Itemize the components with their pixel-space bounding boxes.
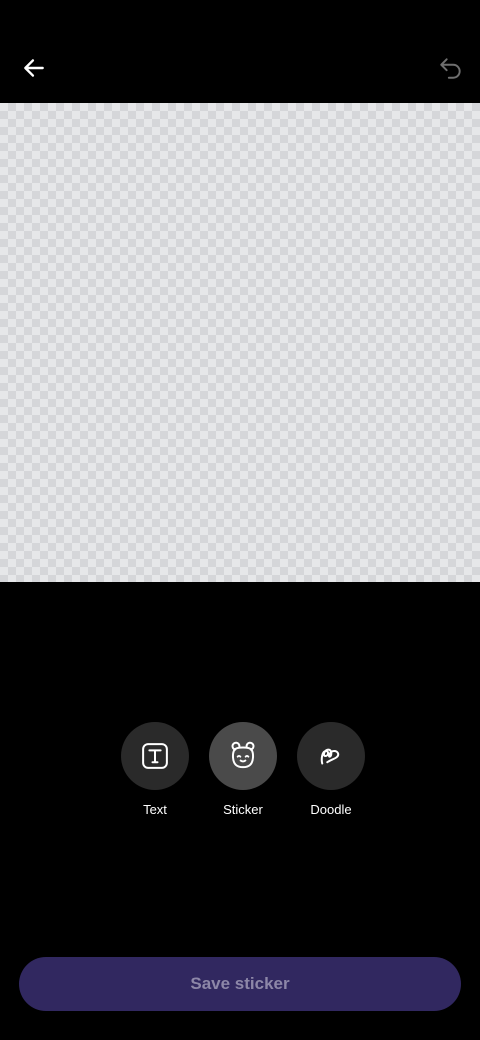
sticker-tool-button[interactable]: Sticker — [199, 722, 287, 818]
bear-face-icon — [231, 741, 255, 769]
save-sticker-button[interactable]: Save sticker — [19, 957, 461, 1011]
undo-button[interactable] — [427, 44, 475, 92]
text-tool-button[interactable]: Text — [111, 722, 199, 818]
doodle-tool-circle — [297, 722, 365, 790]
squiggle-icon — [320, 748, 340, 765]
tool-bar: Text Sticker Doodle — [0, 722, 480, 822]
top-bar — [0, 0, 480, 103]
save-sticker-label: Save sticker — [190, 974, 290, 993]
sticker-canvas[interactable] — [0, 103, 480, 582]
sticker-tool-label: Sticker — [223, 802, 263, 817]
back-button[interactable] — [10, 44, 58, 92]
doodle-tool-button[interactable]: Doodle — [287, 722, 375, 818]
sticker-tool-circle — [209, 722, 277, 790]
text-tool-circle — [121, 722, 189, 790]
text-box-icon — [142, 743, 168, 769]
doodle-tool-label: Doodle — [310, 802, 352, 817]
undo-icon — [440, 58, 461, 79]
text-tool-label: Text — [143, 802, 167, 817]
arrow-left-icon — [24, 59, 44, 77]
sticker-editor-screen: Text Sticker Doodle Save sticker — [0, 0, 480, 1040]
